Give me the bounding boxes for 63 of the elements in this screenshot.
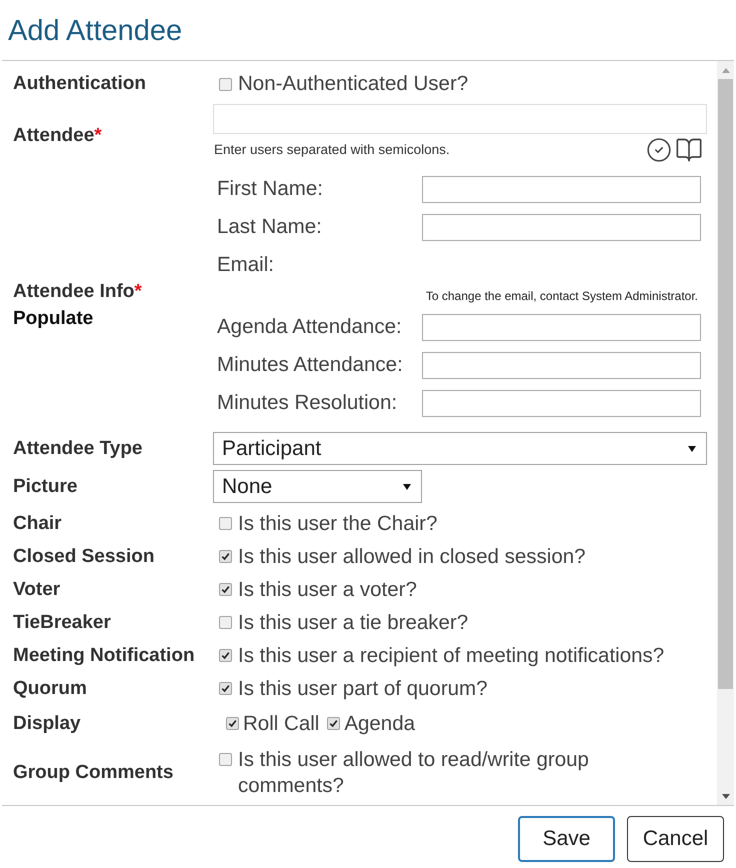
field-label: Chair — [13, 512, 62, 536]
field-label: Quorum — [13, 676, 87, 700]
field-label: Email: — [217, 252, 274, 278]
book-icon[interactable] — [675, 136, 703, 164]
scroll-up-arrow-icon[interactable] — [722, 68, 730, 72]
field-label: Agenda Attendance: — [217, 314, 402, 340]
scroll-down-arrow-icon[interactable] — [722, 794, 730, 798]
field-label: Display — [13, 712, 81, 736]
scrollbar-track[interactable] — [717, 61, 734, 805]
hint-text: Enter users separated with semicolons. — [213, 140, 451, 159]
checkbox[interactable] — [219, 78, 232, 90]
checkbox-label: Is this user allowed to read/write group comments? — [238, 747, 590, 799]
attendee-type-select[interactable]: Participant — [213, 432, 707, 465]
dropdown-caret-icon — [403, 484, 411, 490]
field-label: TieBreaker — [13, 610, 111, 634]
checkbox-label: Is this user allowed in closed session? — [238, 544, 586, 568]
populate-label: Populate — [13, 307, 94, 331]
picture-select[interactable]: None — [213, 470, 422, 503]
checkbox[interactable] — [327, 717, 340, 730]
text-input[interactable] — [422, 176, 701, 202]
checkbox[interactable] — [219, 682, 232, 695]
field-label: Closed Session — [13, 544, 154, 568]
field-label: Voter — [13, 578, 60, 602]
checkbox-label: Is this user the Chair? — [238, 512, 438, 536]
focused-button[interactable]: Save — [518, 816, 615, 862]
checkbox[interactable] — [219, 753, 232, 766]
text-input[interactable] — [422, 390, 701, 416]
dialog-button[interactable]: Cancel — [627, 816, 724, 862]
checkbox[interactable] — [226, 717, 239, 730]
field-label: Authentication — [13, 72, 146, 96]
field-label: Last Name: — [217, 214, 322, 240]
check-circle-icon[interactable] — [646, 137, 672, 163]
text-input[interactable] — [422, 214, 701, 240]
required-asterisk: * — [94, 124, 102, 148]
field-label: Attendee — [13, 124, 94, 148]
checkbox-label: Non-Authenticated User? — [238, 72, 468, 96]
dropdown-caret-icon — [688, 446, 696, 452]
text-input[interactable] — [422, 314, 701, 340]
note-text: To change the email, contact System Administrator. — [426, 288, 698, 305]
field-label: Attendee Type — [13, 436, 143, 460]
checkbox-label: Is this user a voter? — [238, 578, 417, 602]
dialog-title: Add Attendee — [8, 14, 182, 48]
field-label: Meeting Notification — [13, 644, 195, 668]
checkbox-label: Is this user a tie breaker? — [238, 610, 468, 634]
checkbox[interactable] — [219, 616, 232, 629]
checkbox-label: Agenda — [344, 712, 416, 736]
text-input[interactable] — [422, 352, 701, 378]
checkbox[interactable] — [219, 517, 232, 530]
field-label: Minutes Resolution: — [217, 390, 398, 416]
attendee-input[interactable] — [213, 104, 707, 134]
scrollbar-thumb[interactable] — [718, 79, 733, 689]
checkbox[interactable] — [219, 550, 232, 563]
field-label: First Name: — [217, 176, 323, 202]
field-label: Minutes Attendance: — [217, 352, 403, 378]
field-label: Group Comments — [13, 761, 174, 785]
field-label: Picture — [13, 474, 78, 498]
checkbox-label: Is this user a recipient of meeting notifications? — [238, 644, 664, 668]
checkbox[interactable] — [219, 649, 232, 662]
field-label: Attendee Info — [13, 280, 134, 304]
required-asterisk: * — [134, 280, 142, 304]
checkbox-label: Is this user part of quorum? — [238, 676, 488, 700]
checkbox-label: Roll Call — [243, 712, 320, 736]
checkbox[interactable] — [219, 583, 232, 596]
